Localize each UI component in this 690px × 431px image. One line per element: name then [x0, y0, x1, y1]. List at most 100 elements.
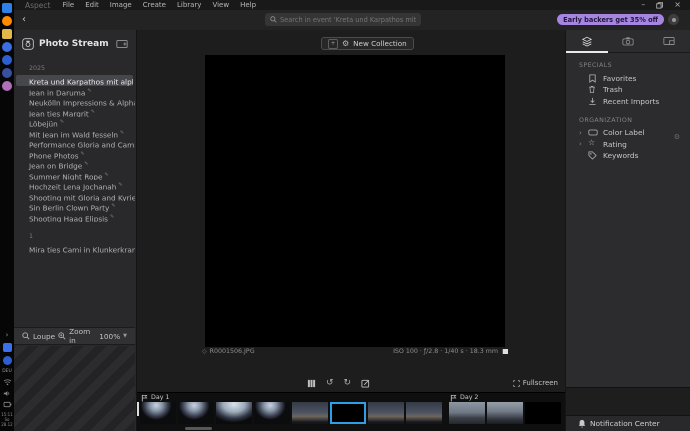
clock[interactable]: 15:11 So 28.12 [1, 412, 13, 427]
menu-edit[interactable]: Edit [85, 1, 99, 9]
sidebar-event-item[interactable]: Hochzeit Lena Jochanah✎ [14, 180, 135, 191]
inspector-item-recent-imports[interactable]: Recent Imports [566, 96, 690, 106]
inspector-item-trash[interactable]: Trash [566, 85, 690, 95]
sidebar-footer: Loupe Zoom in 100% ▼ [14, 327, 135, 345]
day-header[interactable]: Day 1 [140, 393, 442, 402]
zoom-control[interactable]: Zoom in 100% ▼ [58, 327, 127, 345]
minimize-button[interactable]: – [641, 1, 645, 9]
menu-view[interactable]: View [212, 1, 229, 9]
tray-app-icon-1[interactable] [3, 343, 12, 352]
menu-library[interactable]: Library [177, 1, 201, 9]
edit-indicator-icon: ✎ [118, 182, 122, 188]
tab-camera[interactable] [607, 30, 648, 52]
file-manager-icon[interactable] [2, 29, 12, 39]
rotate-left-icon[interactable]: ↺ [326, 378, 334, 388]
loupe-label[interactable]: Loupe [33, 332, 55, 341]
menu-image[interactable]: Image [110, 1, 132, 9]
app-blue-2-icon[interactable] [2, 55, 12, 65]
panel-toggle-icon[interactable] [116, 39, 128, 49]
sidebar-event-item[interactable]: Kreta und Karpathos mit alpha✎ [16, 75, 133, 86]
sidebar-event-item[interactable]: Jean on Bridge✎ [14, 159, 135, 170]
sidebar-event-item[interactable]: Sin Berlin Clown Party✎ [14, 201, 135, 212]
day-header[interactable]: Day 2 [449, 393, 561, 402]
inspector-bottom-gap [566, 387, 690, 417]
search-input[interactable] [280, 16, 416, 24]
sidebar-event-item[interactable]: Jean in Daruma✎ [14, 86, 135, 97]
thumbnail[interactable] [292, 402, 328, 424]
back-button[interactable]: ‹ [22, 14, 26, 26]
tab-library[interactable] [566, 30, 607, 52]
fullscreen-button[interactable]: Fullscreen [513, 379, 558, 387]
sidebar-event-item[interactable]: Phone Photos✎ [14, 149, 135, 160]
edit-photo-icon[interactable] [361, 379, 370, 388]
sidebar-event-item[interactable]: Shooting Haag Elipsis✎ [14, 212, 135, 223]
event-label: Summer Night Rope [29, 172, 103, 180]
filmstrip-scroll-indicator[interactable] [137, 402, 139, 416]
app-blue-3-icon[interactable] [2, 68, 12, 78]
edit-indicator-icon: ✎ [84, 161, 88, 167]
info-panel-icon[interactable] [502, 349, 508, 354]
photo-app-icon[interactable] [2, 81, 12, 91]
inspector-item-color-label[interactable]: › Color Label [566, 128, 690, 138]
rating-icon: ☆ [588, 138, 595, 147]
thumbnail[interactable] [140, 402, 176, 424]
search-bar[interactable] [265, 13, 421, 26]
rotate-right-icon[interactable]: ↻ [344, 378, 352, 388]
event-label: Neukölln Impressions & Alpha readi… [29, 98, 135, 106]
new-collection-button[interactable]: + ⚙ New Collection [321, 37, 414, 50]
inspector-item-favorites[interactable]: Favorites [566, 73, 690, 83]
battery-icon[interactable] [3, 401, 12, 408]
viewer-toolbar: ↺ ↻ Fullscreen [137, 375, 565, 392]
event-label: Kreta und Karpathos mit alpha [29, 77, 133, 85]
thumbnail[interactable] [254, 402, 290, 424]
thumbnail[interactable] [368, 402, 404, 424]
menu-help[interactable]: Help [240, 1, 256, 9]
app-launcher-icon[interactable] [2, 3, 12, 13]
edit-indicator-icon: ✎ [120, 130, 124, 136]
wifi-icon[interactable] [3, 378, 12, 386]
close-button[interactable]: × [674, 1, 681, 9]
flag-icon [450, 394, 457, 402]
zoom-value[interactable]: 100% [99, 332, 120, 341]
photo-preview[interactable] [205, 55, 505, 347]
thumbnail-selected[interactable] [330, 402, 366, 424]
sidebar-event-item[interactable]: Mit Jean im Wald fesseln✎ [14, 128, 135, 139]
color-label-icon [588, 128, 598, 137]
inspector-item-keywords[interactable]: Keywords [566, 151, 690, 161]
sidebar-event-item[interactable]: Jean ties Margrit✎ [14, 107, 135, 118]
sidebar-event-item[interactable]: Shooting mit Gloria and Kyrie✎ [14, 191, 135, 202]
dock-expand-icon[interactable]: › [6, 331, 9, 339]
menu-file[interactable]: File [62, 1, 74, 9]
inspector-item-rating[interactable]: › ☆ Rating [566, 139, 690, 149]
filmstrip-scrollbar[interactable] [185, 427, 212, 430]
section-label-specials: SPECIALS [566, 53, 690, 73]
grid-view-icon[interactable] [307, 379, 316, 388]
thumbnail[interactable] [406, 402, 442, 424]
app-blue-1-icon[interactable] [2, 42, 12, 52]
notification-center-bar[interactable]: Notification Center [566, 415, 690, 431]
thumbnail[interactable] [216, 402, 252, 424]
keyboard-layout-indicator[interactable]: DEU [2, 369, 12, 374]
sidebar-event-item[interactable]: Summer Night Rope✎ [14, 170, 135, 181]
menu-create[interactable]: Create [143, 1, 166, 9]
sidebar-event-item[interactable]: Mira ties Cami in Klunkerkranich✎ [14, 243, 135, 254]
thumbnail[interactable] [449, 402, 485, 424]
chevron-right-icon[interactable]: › [579, 139, 582, 149]
sidebar-event-item[interactable]: Performance Gloria and Cami✎ [14, 138, 135, 149]
firefox-icon[interactable] [2, 16, 12, 26]
sidebar-event-item[interactable]: Löbejün✎ [14, 117, 135, 128]
sidebar-empty-hatch [14, 346, 135, 431]
event-label: Jean in Daruma [29, 88, 85, 96]
menubar: Aspect FileEditImageCreateLibraryViewHel… [14, 0, 690, 10]
tray-app-icon-2[interactable] [3, 356, 12, 365]
restore-button[interactable] [656, 2, 663, 9]
tab-display[interactable] [649, 30, 690, 52]
thumbnail[interactable] [487, 402, 523, 424]
promo-badge[interactable]: Early backers get 35% off [557, 14, 664, 25]
help-icon[interactable] [668, 14, 679, 25]
sidebar-event-item[interactable]: Neukölln Impressions & Alpha readi…✎ [14, 96, 135, 107]
volume-icon[interactable] [3, 390, 11, 397]
thumbnail[interactable] [178, 402, 214, 424]
thumbnail[interactable] [525, 402, 561, 424]
chevron-right-icon[interactable]: › [579, 128, 582, 138]
